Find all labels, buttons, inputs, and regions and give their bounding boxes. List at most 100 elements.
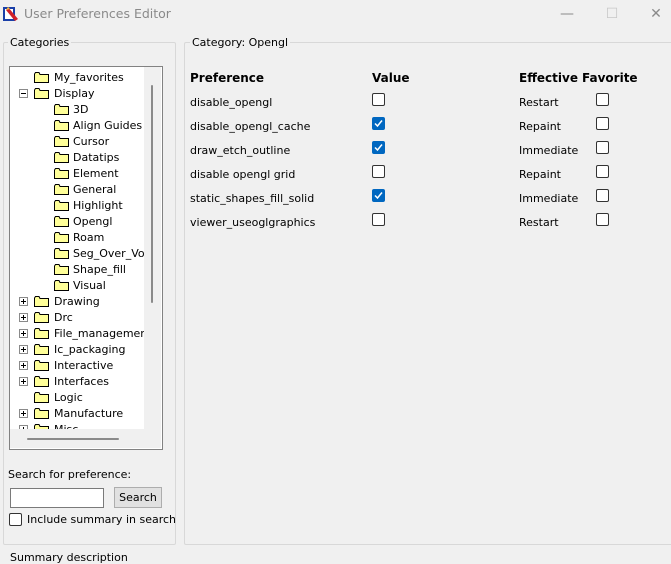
tree-item-label: Shape_fill [73,263,126,276]
search-input[interactable] [10,488,104,508]
favorite-column-header: Favorite [582,71,638,85]
include-summary-label: Include summary in search [27,513,177,526]
maximize-button[interactable]: ☐ [602,6,622,22]
tree-item[interactable]: Datatips [10,150,144,166]
tree-item-label: Cursor [73,135,110,148]
tree-item[interactable]: Seg_Over_Voi [10,246,144,262]
minimize-button[interactable]: — [557,6,577,22]
tree-horizontal-scrollbar[interactable] [10,429,144,448]
favorite-checkbox[interactable] [596,165,609,178]
tree-item[interactable]: General [10,182,144,198]
tree-horizontal-scroll-thumb[interactable] [27,438,119,440]
tree-item[interactable]: Opengl [10,214,144,230]
folder-icon [54,216,69,227]
folder-icon [54,248,69,259]
favorite-checkbox[interactable] [596,213,609,226]
value-column-header: Value [372,71,410,85]
folder-icon [34,344,49,355]
effective-value: Immediate [519,144,579,157]
tree-item[interactable]: Shape_fill [10,262,144,278]
category-group-label: Category: Opengl [190,36,291,49]
tree-item-label: Seg_Over_Voi [73,247,144,260]
search-button[interactable]: Search [114,487,162,508]
tree-item-label: 3D [73,103,89,116]
tree-item[interactable]: Visual [10,278,144,294]
tree-item-label: Opengl [73,215,113,228]
tree-item[interactable]: Cursor [10,134,144,150]
tree-item[interactable]: Roam [10,230,144,246]
folder-icon [54,232,69,243]
tree-item-label: Roam [73,231,105,244]
expand-icon[interactable] [19,329,28,338]
tree-item[interactable]: Interactive [10,358,144,374]
tree-item[interactable]: Element [10,166,144,182]
expand-icon[interactable] [19,409,28,418]
tree-vertical-scrollbar[interactable] [144,67,161,429]
include-summary-checkbox[interactable] [9,513,22,526]
tree-item[interactable]: Manufacture [10,406,144,422]
window-title: User Preferences Editor [24,6,171,21]
tree-item[interactable]: Align Guides [10,118,144,134]
title-bar: User Preferences Editor — ☐ ✕ [0,0,671,30]
tree-item[interactable]: 3D [10,102,144,118]
app-icon [3,7,18,21]
preference-value-checkbox[interactable] [372,93,385,106]
collapse-icon[interactable] [19,89,28,98]
folder-icon [54,120,69,131]
tree-viewport: My_favorites Display 3D Align Guides Cursor D… [10,67,144,429]
tree-item-label: Logic [54,391,83,404]
expand-icon[interactable] [19,377,28,386]
close-button[interactable]: ✕ [646,6,666,22]
tree-item[interactable]: Interfaces [10,374,144,390]
expand-icon[interactable] [19,345,28,354]
preference-value-checkbox[interactable] [372,189,385,202]
tree-item-label: Interactive [54,359,114,372]
folder-icon [54,280,69,291]
tree-item-label: Drc [54,311,73,324]
folder-icon [54,168,69,179]
tree-item-label: General [73,183,117,196]
expand-icon[interactable] [19,361,28,370]
tree-item-label: My_favorites [54,71,124,84]
tree-item[interactable]: File_management [10,326,144,342]
tree-item-label: Highlight [73,199,123,212]
tree-item-label: File_management [54,327,144,340]
preference-value-checkbox[interactable] [372,117,385,130]
effective-column-header: Effective [519,71,578,85]
tree-item[interactable]: Drawing [10,294,144,310]
folder-icon [34,408,49,419]
preference-value-checkbox[interactable] [372,141,385,154]
effective-value: Restart [519,96,559,109]
tree-item[interactable]: Highlight [10,198,144,214]
tree-item[interactable]: Display [10,86,144,102]
folder-icon [54,184,69,195]
tree-item[interactable]: Drc [10,310,144,326]
expand-icon[interactable] [19,313,28,322]
tree-item[interactable]: Ic_packaging [10,342,144,358]
folder-icon [54,200,69,211]
preference-value-checkbox[interactable] [372,165,385,178]
favorite-checkbox[interactable] [596,189,609,202]
tree-item[interactable]: My_favorites [10,70,144,86]
tree-vertical-scroll-thumb[interactable] [151,85,153,303]
category-tree[interactable]: My_favorites Display 3D Align Guides Cursor D… [9,66,163,450]
preference-name: disable_opengl_cache [190,120,311,133]
folder-icon [34,376,49,387]
preference-column-header: Preference [190,71,265,85]
favorite-checkbox[interactable] [596,93,609,106]
preference-value-checkbox[interactable] [372,213,385,226]
effective-value: Immediate [519,192,579,205]
tree-item[interactable]: Logic [10,390,144,406]
tree-item-label: Align Guides [73,119,143,132]
tree-item[interactable]: Misc [10,422,144,429]
folder-icon [34,72,49,83]
favorite-checkbox[interactable] [596,141,609,154]
preference-name: draw_etch_outline [190,144,291,157]
tree-item-label: Drawing [54,295,100,308]
tree-item-label: Interfaces [54,375,109,388]
categories-group-label: Categories [8,36,72,49]
expand-icon[interactable] [19,297,28,306]
folder-icon [34,312,49,323]
favorite-checkbox[interactable] [596,117,609,130]
folder-icon [34,296,49,307]
